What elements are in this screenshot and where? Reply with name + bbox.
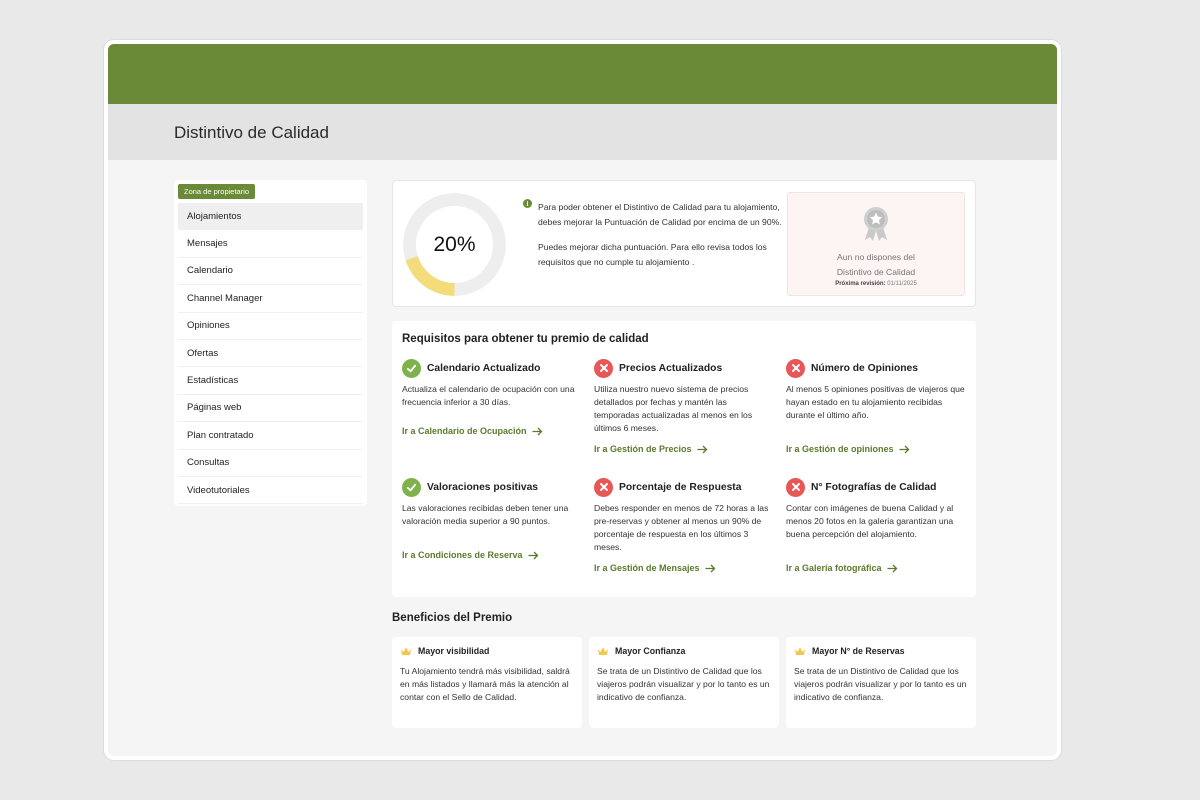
benefit-description: Se trata de un Distintivo de Calidad que…: [597, 666, 770, 702]
benefit-name: Mayor visibilidad: [418, 646, 490, 656]
requirements-card: Requisitos para obtener tu premio de cal…: [392, 321, 976, 597]
requirement-description: Contar con imágenes de buena Calidad y a…: [786, 503, 954, 539]
info-paragraph-requirement: Para poder obtener el Distintivo de Cali…: [538, 202, 782, 227]
award-status-box: Aun no dispones del Distintivo de Calida…: [787, 192, 965, 296]
next-review: Próxima revisión: 01/11/2025: [788, 281, 964, 287]
sidebar-item-paginas-web[interactable]: Páginas web: [178, 395, 363, 423]
quality-score-info: Para poder obtener el Distintivo de Cali…: [538, 200, 783, 269]
page-title: Distintivo de Calidad: [174, 123, 329, 142]
benefit-description: Se trata de un Distintivo de Calidad que…: [794, 666, 967, 702]
quality-score-card: 20% i Para poder obtener el Distintivo d…: [392, 180, 976, 307]
cross-icon: [786, 358, 805, 378]
sidebar-item-alojamientos[interactable]: Alojamientos: [178, 203, 363, 231]
requirement-name: Valoraciones positivas: [427, 481, 539, 493]
owner-zone-badge: Zona de propietario: [178, 184, 256, 199]
link-calendario-ocupacion[interactable]: Ir a Calendario de Ocupación: [402, 426, 543, 436]
benefit-mayor-reservas: Mayor N° de Reservas Se trata de un Dist…: [786, 637, 976, 728]
award-status-line-1: Aun no dispones del: [837, 252, 915, 262]
arrow-right-icon: [705, 564, 715, 572]
requirement-calendario-actualizado: Calendario Actualizado Actualiza el cale…: [402, 358, 582, 436]
link-gestion-mensajes[interactable]: Ir a Gestión de Mensajes: [594, 563, 716, 573]
award-medal-icon: [864, 207, 888, 241]
next-review-date: 01/11/2025: [887, 281, 917, 287]
arrow-right-icon: [532, 427, 542, 435]
info-icon: i: [523, 199, 532, 208]
sidebar-item-ofertas[interactable]: Ofertas: [178, 340, 363, 368]
title-bar: Distintivo de Calidad: [108, 104, 1057, 160]
sidebar-item-estadisticas[interactable]: Estadísticas: [178, 367, 363, 395]
info-paragraph-improve: Puedes mejorar dicha puntuación. Para el…: [538, 242, 767, 267]
sidebar-item-mensajes[interactable]: Mensajes: [178, 230, 363, 258]
link-galeria-fotografica[interactable]: Ir a Galería fotográfica: [786, 563, 898, 573]
requirements-title: Requisitos para obtener tu premio de cal…: [402, 333, 649, 345]
cross-icon: [594, 358, 613, 378]
requirement-numero-opiniones: Número de Opiniones Al menos 5 opiniones…: [786, 358, 966, 454]
owner-sidebar: Zona de propietario Alojamientos Mensaje…: [174, 180, 367, 506]
award-status-text: Aun no dispones del Distintivo de Calida…: [788, 250, 964, 280]
sidebar-item-videotutoriales[interactable]: Videotutoriales: [178, 477, 363, 505]
check-icon: [402, 358, 421, 378]
link-label: Ir a Gestión de Mensajes: [594, 563, 700, 573]
next-review-label: Próxima revisión:: [835, 281, 886, 287]
quality-score-value: 20%: [433, 232, 476, 256]
requirement-description: Debes responder en menos de 72 horas a l…: [594, 503, 769, 552]
benefits-title: Beneficios del Premio: [392, 612, 513, 624]
link-label: Ir a Gestión de Precios: [594, 444, 692, 454]
requirement-description: Las valoraciones recibidas deben tener u…: [402, 503, 569, 526]
link-label: Ir a Galería fotográfica: [786, 563, 882, 573]
arrow-right-icon: [697, 445, 707, 453]
crown-icon: [598, 647, 608, 655]
benefit-name: Mayor Confianza: [615, 646, 686, 656]
link-label: Ir a Gestión de opiniones: [786, 444, 894, 454]
requirement-porcentaje-respuesta: Porcentaje de Respuesta Debes responder …: [594, 477, 774, 573]
benefit-mayor-visibilidad: Mayor visibilidad Tu Alojamiento tendrá …: [392, 637, 582, 728]
benefit-mayor-confianza: Mayor Confianza Se trata de un Distintiv…: [589, 637, 779, 728]
requirement-description: Actualiza el calendario de ocupación con…: [402, 384, 575, 407]
requirement-valoraciones-positivas: Valoraciones positivas Las valoraciones …: [402, 477, 582, 560]
link-label: Ir a Condiciones de Reserva: [402, 550, 523, 560]
sidebar-item-plan-contratado[interactable]: Plan contratado: [178, 422, 363, 450]
requirement-precios-actualizados: Precios Actualizados Utiliza nuestro nue…: [594, 358, 774, 454]
requirement-name: N° Fotografías de Calidad: [811, 481, 937, 493]
arrow-right-icon: [899, 445, 909, 453]
app-window: Distintivo de Calidad Zona de propietari…: [104, 40, 1061, 760]
top-header-bar: [108, 44, 1057, 104]
link-gestion-precios[interactable]: Ir a Gestión de Precios: [594, 444, 708, 454]
sidebar-item-channel-manager[interactable]: Channel Manager: [178, 285, 363, 313]
link-condiciones-reserva[interactable]: Ir a Condiciones de Reserva: [402, 550, 539, 560]
crown-icon: [401, 647, 411, 655]
requirement-description: Utiliza nuestro nuevo sistema de precios…: [594, 384, 753, 433]
requirement-description: Al menos 5 opiniones positivas de viajer…: [786, 384, 965, 420]
requirement-name: Precios Actualizados: [619, 362, 723, 374]
benefit-description: Tu Alojamiento tendrá más visibilidad, s…: [400, 666, 570, 702]
benefit-name: Mayor N° de Reservas: [812, 646, 905, 656]
arrow-right-icon: [528, 551, 538, 559]
check-icon: [402, 477, 421, 497]
crown-icon: [795, 647, 805, 655]
cross-icon: [594, 477, 613, 497]
requirement-name: Número de Opiniones: [811, 362, 918, 374]
link-label: Ir a Calendario de Ocupación: [402, 426, 527, 436]
requirement-fotografias-calidad: N° Fotografías de Calidad Contar con imá…: [786, 477, 966, 573]
sidebar-item-opiniones[interactable]: Opiniones: [178, 313, 363, 340]
sidebar-item-consultas[interactable]: Consultas: [178, 450, 363, 477]
cross-icon: [786, 477, 805, 497]
requirement-name: Calendario Actualizado: [427, 362, 541, 374]
arrow-right-icon: [887, 564, 897, 572]
sidebar-item-calendario[interactable]: Calendario: [178, 258, 363, 286]
sidebar-menu: Alojamientos Mensajes Calendario Channel…: [174, 203, 367, 505]
requirement-name: Porcentaje de Respuesta: [619, 481, 742, 493]
link-gestion-opiniones[interactable]: Ir a Gestión de opiniones: [786, 444, 910, 454]
award-status-line-2: Distintivo de Calidad: [836, 267, 916, 277]
